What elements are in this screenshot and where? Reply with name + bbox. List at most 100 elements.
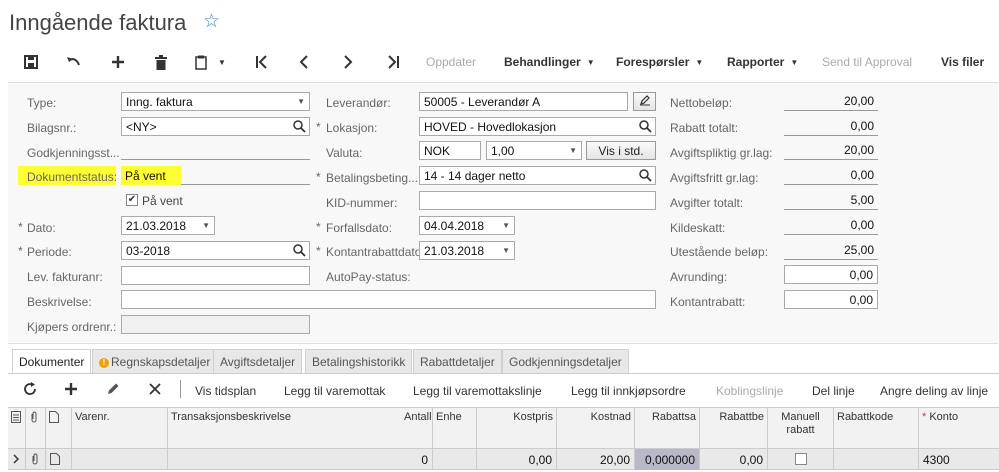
delete-icon[interactable] (151, 52, 171, 72)
grid-settings-icon[interactable] (8, 407, 26, 449)
pencil-icon (639, 95, 650, 106)
avgiftspliktig-label: Avgiftspliktig gr.lag: (670, 146, 773, 160)
col-enhet[interactable]: Enhe (433, 407, 477, 449)
cell-transaksjonsbeskrivelse[interactable] (168, 449, 401, 470)
refresh-icon[interactable] (21, 380, 39, 398)
kontantrabattdato-value: 21.03.2018 (424, 244, 485, 258)
behandlinger-label: Behandlinger (504, 55, 581, 69)
col-manuell-rabatt[interactable]: Manuell rabatt (768, 407, 834, 449)
col-transaksjonsbeskrivelse[interactable]: Transaksjonsbeskrivelse (168, 407, 433, 449)
vis-filer-button[interactable]: Vis filer (941, 55, 984, 69)
search-icon[interactable] (638, 168, 652, 182)
required-marker: * (316, 170, 321, 184)
cell-kostpris[interactable]: 0,00 (477, 449, 557, 470)
angre-deling-button[interactable]: Angre deling av linje (880, 384, 988, 398)
manuell-rabatt-checkbox[interactable] (795, 453, 807, 465)
paste-icon[interactable]: ▼ (194, 52, 234, 72)
cell-kostnad[interactable]: 20,00 (557, 449, 635, 470)
cell-manuell-rabatt (768, 449, 834, 470)
cell-varenr[interactable] (72, 449, 168, 470)
tab-godkjenningsdetaljer[interactable]: Godkjenningsdetaljer (502, 349, 629, 374)
edit-leverandor-button[interactable] (633, 92, 656, 111)
avgiftspliktig-value: 20,00 (784, 141, 878, 160)
type-select[interactable]: Inng. faktura ▼ (121, 92, 310, 111)
row-note-icon[interactable] (46, 449, 72, 470)
del-linje-button[interactable]: Del linje (812, 384, 855, 398)
delete-row-icon[interactable] (146, 380, 164, 398)
first-record-icon[interactable] (252, 52, 272, 72)
col-konto[interactable]: * Konto (919, 407, 999, 449)
tab-dokumenter[interactable]: Dokumenter (12, 349, 92, 374)
cell-antall[interactable]: 0 (401, 449, 433, 470)
undo-icon[interactable] (64, 52, 84, 72)
add-icon[interactable] (108, 52, 128, 72)
search-icon[interactable] (292, 243, 306, 257)
legg-til-varemottak-button[interactable]: Legg til varemottak (284, 384, 385, 398)
beskrivelse-field[interactable] (121, 290, 656, 309)
chevron-down-icon: ▼ (695, 58, 704, 68)
vis-tidsplan-button[interactable]: Vis tidsplan (195, 384, 256, 398)
col-rabattsats[interactable]: Rabattsa (635, 407, 700, 449)
cell-rabattbelop[interactable]: 0,00 (700, 449, 768, 470)
foresporsler-menu[interactable]: Forespørsler ▼ (616, 55, 703, 69)
bilagsnr-field[interactable]: <NY> (121, 117, 310, 136)
search-icon[interactable] (638, 119, 652, 133)
dato-field[interactable]: 21.03.2018 ▼ (121, 216, 215, 235)
row-expand-icon[interactable] (8, 449, 26, 470)
tab-betalingshistorikk[interactable]: Betalingshistorikk (305, 349, 413, 374)
required-marker: * (316, 244, 321, 258)
rapporter-menu[interactable]: Rapporter ▼ (727, 55, 798, 69)
legg-til-innkjopsordre-button[interactable]: Legg til innkjøpsordre (571, 384, 686, 398)
save-icon[interactable] (21, 52, 41, 72)
koblingslinje-button[interactable]: Koblingslinje (716, 384, 783, 398)
betalingsbeting-field[interactable]: 14 - 14 dager netto (419, 166, 656, 185)
valuta-field[interactable]: NOK (419, 141, 481, 160)
beskrivelse-label: Beskrivelse: (27, 295, 92, 309)
godkjenning-field (121, 141, 310, 160)
kjopers-ordrenr-field (121, 315, 310, 334)
col-kostnad[interactable]: Kostnad (557, 407, 635, 449)
lokasjon-field[interactable]: HOVED - Hovedlokasjon (419, 117, 656, 136)
utestaaende-value: 25,00 (784, 241, 878, 260)
row-attachment-icon[interactable] (26, 449, 46, 470)
add-row-icon[interactable] (62, 380, 80, 398)
next-record-icon[interactable] (338, 52, 358, 72)
vis-i-std-button[interactable]: Vis i std. (586, 141, 656, 160)
kontantrabattdato-field[interactable]: 21.03.2018 ▼ (419, 241, 515, 260)
avgiftsfritt-value: 0,00 (784, 166, 878, 185)
legg-til-varemottakslinje-button[interactable]: Legg til varemottakslinje (413, 384, 542, 398)
nettobelop-value: 20,00 (784, 92, 878, 111)
favorite-star-icon[interactable]: ☆ (203, 10, 220, 33)
tab-regnskapsdetaljer[interactable]: ! Regnskapsdetaljer (92, 349, 218, 374)
search-icon[interactable] (292, 119, 306, 133)
tab-rabattdetaljer[interactable]: Rabattdetaljer (413, 349, 502, 374)
kontantrabatt-field[interactable]: 0,00 (784, 290, 878, 309)
cell-enhet[interactable] (433, 449, 477, 470)
forfallsdato-field[interactable]: 04.04.2018 ▼ (419, 216, 515, 235)
kjopers-ordrenr-label: Kjøpers ordrenr.: (27, 320, 117, 334)
send-til-approval-button[interactable]: Send til Approval (822, 55, 912, 69)
leverandor-field[interactable]: 50005 - Leverandør A (419, 92, 628, 111)
lev-fakturanr-field[interactable] (121, 266, 310, 285)
col-rabattbelop[interactable]: Rabattbe (700, 407, 768, 449)
edit-row-icon[interactable] (104, 380, 122, 398)
tab-avgiftsdetaljer[interactable]: Avgiftsdetaljer (213, 349, 303, 374)
last-record-icon[interactable] (383, 52, 403, 72)
kid-field[interactable] (419, 191, 656, 210)
chevron-down-icon: ▼ (586, 58, 595, 68)
col-varenr[interactable]: Varenr. (72, 407, 168, 449)
behandlinger-menu[interactable]: Behandlinger ▼ (504, 55, 595, 69)
col-antall[interactable]: Antall (401, 407, 433, 449)
avrunding-field[interactable]: 0,00 (784, 265, 878, 284)
col-kostpris[interactable]: Kostpris (477, 407, 557, 449)
chevron-down-icon: ▼ (502, 246, 510, 255)
cell-rabattsats[interactable]: 0,000000 (635, 449, 700, 470)
kurs-select[interactable]: 1,00 ▼ (486, 141, 582, 160)
previous-record-icon[interactable] (294, 52, 314, 72)
cell-rabattkode[interactable] (834, 449, 919, 470)
pa-vent-checkbox[interactable]: ✔ (126, 194, 138, 206)
oppdater-button[interactable]: Oppdater (426, 55, 476, 69)
cell-konto[interactable]: 4300 (919, 449, 999, 470)
periode-field[interactable]: 03-2018 (121, 241, 310, 260)
col-rabattkode[interactable]: Rabattkode (834, 407, 919, 449)
